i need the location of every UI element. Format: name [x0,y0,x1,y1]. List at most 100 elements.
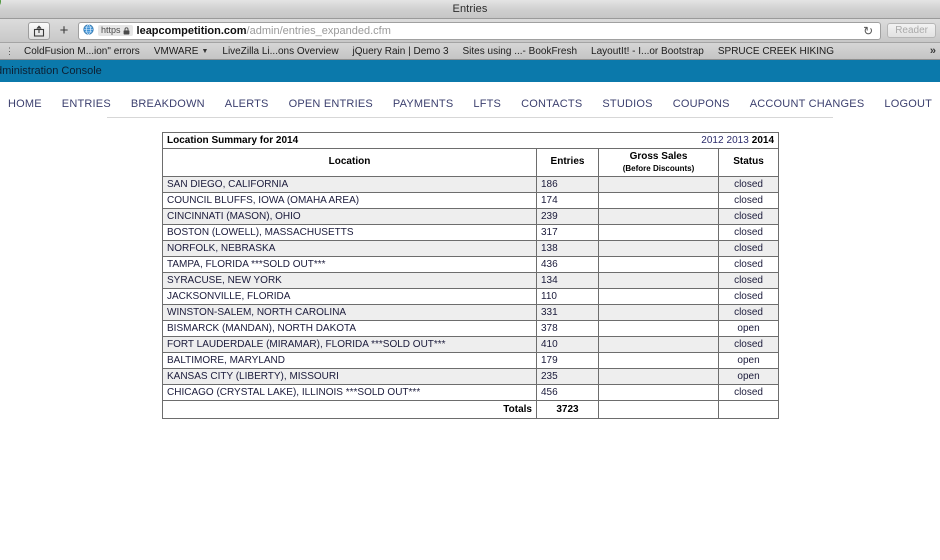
app-header-title: dministration Console [0,65,102,77]
cell-location: BALTIMORE, MARYLAND [162,351,537,369]
gross-sales-title: Gross Sales [629,151,688,162]
nav-item-alerts[interactable]: ALERTS [215,98,279,110]
https-label: https [101,25,121,35]
cell-gross-sales [598,319,719,337]
browser-window: Entries + https leapcompetition.com/admi… [0,0,940,560]
bookmark-item[interactable]: LiveZilla Li...ons Overview [215,46,345,57]
app-header: dministration Console [0,60,940,82]
table-body: SAN DIEGO, CALIFORNIA 186 closed COUNCIL… [162,175,780,419]
address-bar[interactable]: https leapcompetition.com/admin/entries_… [78,21,882,40]
lock-icon [123,26,129,34]
location-summary-table: Location Summary for 2014 2012 2013 2014 L… [161,132,780,419]
year-link-2012[interactable]: 2012 [701,135,723,146]
bookmarks-bar: ⋮ ColdFusion M...ion" errors VMWARE ▼ Liv… [0,43,940,60]
cell-entries: 174 [536,191,599,209]
table-row: CHICAGO (CRYSTAL LAKE), ILLINOIS ***SOLD… [162,383,780,401]
bookmark-label: VMWARE [153,45,199,57]
cell-entries: 317 [536,223,599,241]
nav-item-payments[interactable]: PAYMENTS [383,98,463,110]
totals-status [717,399,780,419]
year-current-2014: 2014 [751,135,775,146]
cell-gross-sales [598,271,719,289]
cell-entries: 179 [536,351,599,369]
cell-entries: 110 [536,287,599,305]
cell-location: FORT LAUDERDALE (MIRAMAR), FLORIDA ***SO… [162,335,537,353]
page-content: dministration Console HOME ENTRIES BREAK… [0,60,940,560]
window-zoom-button[interactable] [0,0,1,8]
table-row: BALTIMORE, MARYLAND 179 open [162,351,780,369]
bookmark-label: ColdFusion M...ion" errors [24,45,140,57]
share-icon[interactable] [28,21,50,40]
column-header-location: Location [162,148,537,177]
new-tab-button[interactable]: + [54,22,74,40]
nav-divider [107,117,833,118]
bookmark-item[interactable]: ColdFusion M...ion" errors [17,46,147,57]
drag-grip-icon[interactable]: ⋮ [2,47,17,56]
gross-sales-subtitle: (Before Discounts) [622,163,695,173]
nav-item-lfts[interactable]: LFTS [463,98,511,110]
table-summary-row: Location Summary for 2014 2012 2013 2014 [161,132,780,149]
bookmark-label: Sites using ...- BookFresh [462,45,578,57]
cell-entries: 378 [536,319,599,337]
cell-gross-sales [598,335,719,353]
table-row: COUNCIL BLUFFS, IOWA (OMAHA AREA) 174 cl… [162,191,780,209]
reader-button[interactable]: Reader [887,23,936,38]
nav-item-studios[interactable]: STUDIOS [592,98,662,110]
cell-entries: 134 [536,271,599,289]
cell-entries: 235 [536,367,599,385]
nav-item-contacts[interactable]: CONTACTS [511,98,592,110]
cell-status: closed [717,271,780,289]
nav-item-entries[interactable]: ENTRIES [52,98,121,110]
table-row: NORFOLK, NEBRASKA 138 closed [162,239,780,257]
plus-icon: + [59,22,69,39]
nav-item-home[interactable]: HOME [0,98,52,110]
nav-item-logout[interactable]: LOGOUT [874,98,940,110]
cell-gross-sales [598,303,719,321]
chevron-double-right-icon[interactable]: » [930,45,936,57]
cell-location: COUNCIL BLUFFS, IOWA (OMAHA AREA) [162,191,537,209]
window-title: Entries [452,3,488,15]
cell-location: SAN DIEGO, CALIFORNIA [162,175,537,193]
cell-gross-sales [598,207,719,225]
cell-gross-sales [598,351,719,369]
nav-item-open-entries[interactable]: OPEN ENTRIES [279,98,383,110]
bookmark-item[interactable]: LayoutIt! - I...or Bootstrap [584,46,711,57]
cell-location: KANSAS CITY (LIBERTY), MISSOURI [162,367,537,385]
table-row: SAN DIEGO, CALIFORNIA 186 closed [162,175,780,193]
cell-location: JACKSONVILLE, FLORIDA [162,287,537,305]
summary-title: Location Summary for 2014 [167,135,299,146]
table-row: FORT LAUDERDALE (MIRAMAR), FLORIDA ***SO… [162,335,780,353]
cell-entries: 186 [536,175,599,193]
cell-entries: 410 [536,335,599,353]
cell-entries: 138 [536,239,599,257]
sidebar-toggle-icon[interactable] [4,22,24,40]
cell-gross-sales [598,223,719,241]
cell-location: TAMPA, FLORIDA ***SOLD OUT*** [162,255,537,273]
table-row: TAMPA, FLORIDA ***SOLD OUT*** 436 closed [162,255,780,273]
chevron-down-icon: ▼ [201,47,209,55]
bookmark-item[interactable]: SPRUCE CREEK HIKING [711,46,841,57]
nav-item-breakdown[interactable]: BREAKDOWN [121,98,215,110]
table-row: BISMARCK (MANDAN), NORTH DAKOTA 378 open [162,319,780,337]
nav-item-account-changes[interactable]: ACCOUNT CHANGES [740,98,875,110]
cell-status: open [717,319,780,337]
cell-status: closed [717,383,780,401]
cell-status: closed [717,335,780,353]
cell-gross-sales [598,191,719,209]
bookmark-label: jQuery Rain | Demo 3 [352,45,449,57]
nav-item-coupons[interactable]: COUPONS [663,98,740,110]
url-domain: leapcompetition.com [136,24,247,37]
bookmark-label: SPRUCE CREEK HIKING [717,45,834,57]
reload-icon[interactable]: ↻ [860,24,876,38]
cell-status: closed [717,303,780,321]
cell-location: BISMARCK (MANDAN), NORTH DAKOTA [162,319,537,337]
cell-status: closed [717,287,780,305]
cell-gross-sales [598,383,719,401]
bookmark-item[interactable]: Sites using ...- BookFresh [456,46,585,57]
year-link-2013[interactable]: 2013 [727,135,749,146]
bookmark-item[interactable]: jQuery Rain | Demo 3 [346,46,456,57]
bookmark-item[interactable]: VMWARE ▼ [147,46,216,57]
cell-status: closed [717,191,780,209]
column-header-gross-sales: Gross Sales (Before Discounts) [598,148,719,177]
cell-gross-sales [598,239,719,257]
